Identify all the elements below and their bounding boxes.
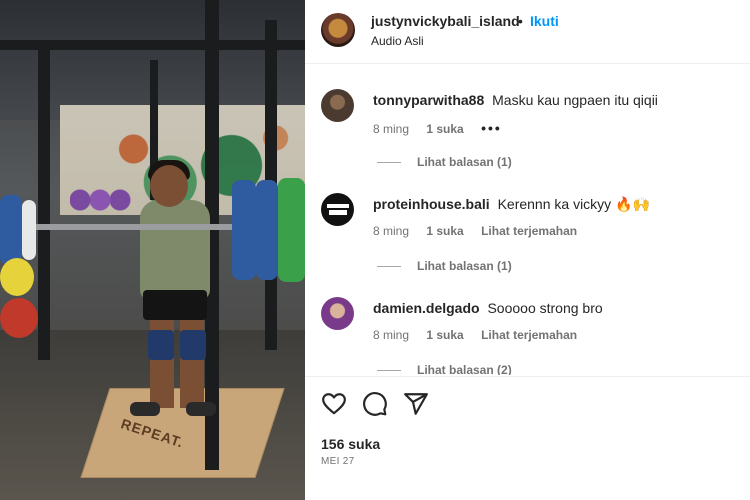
audio-label[interactable]: Audio Asli [371,34,424,48]
lifter-head [150,165,188,207]
see-translation-button[interactable]: Lihat terjemahan [481,224,577,238]
weight-plate [0,195,22,265]
comment-icon[interactable] [362,391,388,417]
proteinhouse-logo [326,203,349,215]
post-detail-panel: justynvickybali_island • Ikuti Audio Asl… [305,0,750,500]
comment-item: proteinhouse.bali Kerennn ka vickyy 🔥🙌 8… [305,169,750,273]
comment-username[interactable]: tonnyparwitha88 [373,92,484,108]
comment-item: damien.delgado Sooooo strong bro 8 ming … [305,273,750,375]
medicine-balls [70,185,140,215]
knee-sleeve [180,330,206,360]
weight-plate [0,258,34,296]
replies-divider [377,266,401,268]
comment-text: damien.delgado Sooooo strong bro [373,300,603,316]
commenter-avatar[interactable] [321,193,354,226]
follow-button[interactable]: Ikuti [530,13,559,29]
view-replies-label: Lihat balasan (2) [417,363,512,375]
view-replies-label: Lihat balasan (1) [417,259,512,273]
comment-item: tonnyparwitha88 Masku kau ngpaen itu qiq… [305,65,750,169]
view-replies-label: Lihat balasan (1) [417,155,512,169]
comment-meta: 8 ming 1 suka Lihat terjemahan [373,328,591,342]
commenter-avatar[interactable] [321,297,354,330]
comment-body: Sooooo strong bro [487,300,603,316]
lifter-shoe [186,402,216,416]
weight-plate [278,178,305,282]
heart-icon[interactable] [321,391,347,417]
comment-time[interactable]: 8 ming [373,328,409,342]
view-replies-button[interactable]: Lihat balasan (2) [377,363,512,375]
comment-meta: 8 ming 1 suka Lihat terjemahan [373,224,591,238]
replies-divider [377,370,401,372]
comment-likes[interactable]: 1 suka [426,328,463,342]
replies-divider [377,162,401,164]
separator-dot: • [518,13,523,29]
comment-text: proteinhouse.bali Kerennn ka vickyy 🔥🙌 [373,196,650,213]
share-icon[interactable] [403,391,429,417]
comment-time[interactable]: 8 ming [373,122,409,136]
post-header: justynvickybali_island • Ikuti Audio Asl… [305,0,750,64]
weight-plate [0,298,38,338]
view-replies-button[interactable]: Lihat balasan (1) [377,259,512,273]
see-translation-button[interactable]: Lihat terjemahan [481,328,577,342]
rack-upright [38,40,50,360]
comment-likes[interactable]: 1 suka [426,122,463,136]
knee-sleeve [148,330,174,360]
weight-plate [22,200,36,260]
post-media-video[interactable]: REPEAT. [0,0,305,500]
comment-body: Kerennn ka vickyy 🔥🙌 [497,196,650,212]
view-replies-button[interactable]: Lihat balasan (1) [377,155,512,169]
commenter-avatar[interactable] [321,89,354,122]
author-username[interactable]: justynvickybali_island [371,13,520,29]
comment-time[interactable]: 8 ming [373,224,409,238]
lifter-shorts [143,290,207,320]
post-date: MEI 27 [321,456,355,467]
weight-plate [256,180,278,280]
comment-meta: 8 ming 1 suka ••• [373,120,516,136]
like-count[interactable]: 156 suka [321,436,380,452]
more-options-icon[interactable]: ••• [481,120,502,136]
post-actions: 156 suka MEI 27 [305,376,750,500]
comments-list[interactable]: tonnyparwitha88 Masku kau ngpaen itu qiq… [305,65,750,375]
comment-text: tonnyparwitha88 Masku kau ngpaen itu qiq… [373,92,658,108]
author-avatar[interactable] [321,13,355,47]
comment-likes[interactable]: 1 suka [426,224,463,238]
weight-plate [232,180,256,280]
comment-username[interactable]: proteinhouse.bali [373,196,490,212]
rack-crossbar [0,40,305,50]
lifter-shoe [130,402,160,416]
lifter-torso [140,200,210,300]
comment-username[interactable]: damien.delgado [373,300,480,316]
comment-body: Masku kau ngpaen itu qiqii [492,92,658,108]
